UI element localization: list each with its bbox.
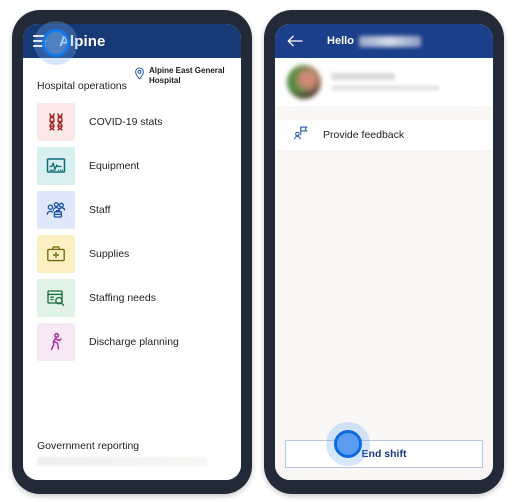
list-item-label: Staffing needs <box>89 292 156 304</box>
list-item-equipment[interactable]: Equipment <box>23 144 241 188</box>
phone-device-left: Alpine Alpine East General Hospital Hosp… <box>12 10 252 494</box>
list-item-label: Supplies <box>89 248 130 260</box>
greeting-text: Hello <box>327 35 354 47</box>
redacted-user-name <box>358 35 421 47</box>
profile-row[interactable] <box>275 58 493 106</box>
government-reporting-label: Government reporting <box>37 440 140 452</box>
profile-text-group <box>331 73 439 91</box>
redacted-bar <box>37 457 207 466</box>
greeting-group: Hello <box>327 35 441 47</box>
vitals-monitor-icon <box>37 147 75 185</box>
screen-left: Alpine Alpine East General Hospital Hosp… <box>23 24 241 480</box>
form-search-icon <box>37 279 75 317</box>
redacted-profile-name <box>331 73 395 80</box>
operations-list: COVID-19 stats Equipment Staff Supplies … <box>23 100 241 364</box>
medical-kit-icon <box>37 235 75 273</box>
app-bar-left: Alpine <box>23 24 241 58</box>
menu-item-provide-feedback[interactable]: Provide feedback <box>275 120 493 150</box>
list-item-discharge-planning[interactable]: Discharge planning <box>23 320 241 364</box>
list-item-covid-stats[interactable]: COVID-19 stats <box>23 100 241 144</box>
left-content: Alpine East General Hospital Hospital op… <box>23 58 241 480</box>
section-divider <box>275 106 493 120</box>
list-item-staff[interactable]: Staff <box>23 188 241 232</box>
menu-item-label: Provide feedback <box>323 129 405 141</box>
hamburger-icon[interactable] <box>33 35 46 47</box>
people-group-icon <box>37 191 75 229</box>
back-arrow-icon[interactable] <box>287 34 303 48</box>
end-shift-button[interactable]: End shift <box>285 440 483 468</box>
screenshot-stage: Alpine Alpine East General Hospital Hosp… <box>0 0 512 502</box>
phone-device-right: Hello Provide feedback End shift <box>264 10 504 494</box>
app-bar-right: Hello <box>275 24 493 58</box>
avatar <box>287 65 321 99</box>
list-item-label: COVID-19 stats <box>89 116 163 128</box>
list-item-staffing-needs[interactable]: Staffing needs <box>23 276 241 320</box>
redacted-profile-detail <box>331 85 439 91</box>
walking-person-icon <box>37 323 75 361</box>
feedback-person-icon <box>293 125 309 146</box>
right-empty-area <box>275 150 493 432</box>
end-shift-area: End shift <box>275 432 493 480</box>
list-item-supplies[interactable]: Supplies <box>23 232 241 276</box>
list-item-label: Staff <box>89 204 111 216</box>
government-reporting-section[interactable]: Government reporting <box>23 440 241 480</box>
app-brand-title: Alpine <box>59 32 106 50</box>
list-item-label: Discharge planning <box>89 336 179 348</box>
dna-helix-icon <box>37 103 75 141</box>
page-title: Hospital operations <box>37 80 127 92</box>
screen-right: Hello Provide feedback End shift <box>275 24 493 480</box>
list-item-label: Equipment <box>89 160 140 172</box>
